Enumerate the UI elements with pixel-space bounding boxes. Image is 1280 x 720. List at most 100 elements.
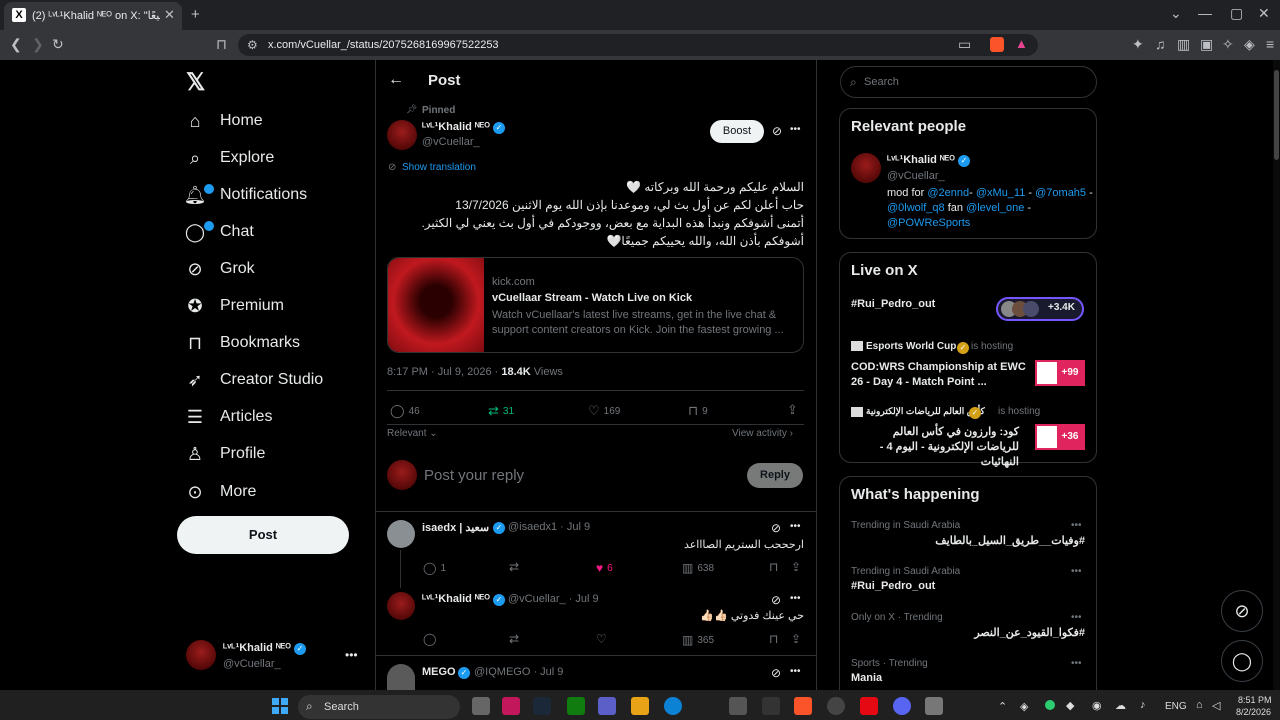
- back-icon[interactable]: ❮: [10, 36, 22, 53]
- live-thumb[interactable]: +99: [1035, 360, 1085, 386]
- discord-icon[interactable]: [893, 697, 911, 715]
- author-handle[interactable]: @vCuellar_: [422, 136, 480, 148]
- repost-icon[interactable]: ⇄: [509, 632, 519, 646]
- trend-topic[interactable]: #Rui_Pedro_out: [851, 580, 935, 592]
- live-host-name[interactable]: كأس العالم للرياضات الإلكترونية: [866, 406, 985, 417]
- repost-action[interactable]: ⇄ 31: [488, 403, 514, 419]
- live-event-title[interactable]: كود: وارزون في كأس العالم للرياضات الإلك…: [851, 425, 1019, 470]
- author-name[interactable]: ᴸᵛᴸ¹Khalid ᴺᴱᴼ: [422, 121, 490, 133]
- bookmark-page-icon[interactable]: ⊓: [216, 36, 227, 53]
- scrollbar[interactable]: [1273, 60, 1280, 690]
- cloud-icon[interactable]: ☁: [1115, 699, 1126, 712]
- trend-more-icon[interactable]: •••: [1071, 566, 1082, 577]
- reload-icon[interactable]: ↻: [52, 36, 64, 53]
- minimize-icon[interactable]: —: [1198, 5, 1212, 21]
- tab-close-icon[interactable]: ✕: [164, 7, 175, 23]
- sidebar-icon[interactable]: ▥: [1177, 36, 1190, 53]
- like-action[interactable]: ♥ 6: [596, 561, 613, 575]
- repost-icon[interactable]: ⇄: [509, 560, 519, 574]
- share-icon[interactable]: ⇪: [791, 560, 801, 574]
- post-button[interactable]: Post: [177, 516, 349, 554]
- trend-topic[interactable]: Mania: [851, 672, 882, 684]
- app-icon[interactable]: [925, 697, 943, 715]
- view-activity-link[interactable]: View activity ›: [732, 428, 793, 439]
- mention-link[interactable]: @0lwolf_q8: [887, 202, 945, 214]
- menu-icon[interactable]: ≡: [1266, 36, 1274, 52]
- app-icon[interactable]: [827, 697, 845, 715]
- tray-icon[interactable]: ◈: [1020, 700, 1028, 713]
- extensions-icon[interactable]: ✦: [1132, 36, 1144, 53]
- trend-more-icon[interactable]: •••: [1071, 520, 1082, 531]
- reply-input[interactable]: Post your reply: [424, 467, 524, 484]
- nav-creator-studio[interactable]: ➶ Creator Studio: [184, 365, 323, 395]
- leo-icon[interactable]: ✧: [1222, 36, 1234, 53]
- steam-icon[interactable]: [533, 697, 551, 715]
- messages-float-button[interactable]: ◯: [1221, 640, 1263, 682]
- live-thumb[interactable]: +36: [1035, 424, 1085, 450]
- tray-chevron-icon[interactable]: ⌃: [998, 700, 1007, 713]
- reply-author-name[interactable]: ᴸᵛᴸ¹Khalid ᴺᴱᴼ: [422, 593, 490, 605]
- link-card[interactable]: kick.com vCuellaar Stream - Watch Live o…: [387, 257, 804, 353]
- nav-articles[interactable]: ☰ Articles: [184, 402, 273, 432]
- live-host-name[interactable]: Esports World Cup: [866, 341, 956, 352]
- post-more-icon[interactable]: •••: [790, 124, 801, 135]
- nav-chat[interactable]: ◯ Chat: [184, 217, 254, 247]
- mention-link[interactable]: @2ennd: [927, 187, 969, 199]
- app-icon[interactable]: [502, 697, 520, 715]
- task-view-icon[interactable]: [472, 697, 490, 715]
- tab-list-icon[interactable]: ⌄: [1170, 5, 1182, 22]
- grok-analyze-icon[interactable]: ⊘: [771, 666, 781, 680]
- reply-more-icon[interactable]: •••: [790, 521, 801, 532]
- app-icon[interactable]: [598, 697, 616, 715]
- edge-icon[interactable]: [664, 697, 682, 715]
- clock-time[interactable]: 8:51 PM: [1238, 695, 1272, 705]
- reply-author-avatar[interactable]: [387, 592, 415, 620]
- nav-home[interactable]: ⌂ Home: [184, 106, 263, 136]
- mention-link[interactable]: @xMu_11: [976, 187, 1025, 199]
- sort-relevant-dropdown[interactable]: Relevant ⌄: [387, 428, 438, 439]
- netflix-icon[interactable]: [860, 697, 878, 715]
- nav-grok[interactable]: ⊘ Grok: [184, 254, 254, 284]
- site-info-icon[interactable]: ⚙: [247, 38, 258, 52]
- maximize-icon[interactable]: ▢: [1230, 5, 1243, 22]
- browser-tab[interactable]: X (2) ᴸᵛᴸ¹Khalid ᴺᴱᴼ on X: "يحييكم جميعً…: [4, 2, 182, 30]
- nav-notifications[interactable]: 🔔︎ Notifications: [184, 180, 307, 210]
- share-icon[interactable]: ⇪: [787, 402, 798, 418]
- tray-icon[interactable]: ◆: [1066, 699, 1074, 712]
- reply-more-icon[interactable]: •••: [790, 666, 801, 677]
- network-icon[interactable]: ⌂: [1196, 699, 1203, 711]
- views-stat[interactable]: ▥ 638: [682, 561, 714, 575]
- reply-author-avatar[interactable]: [387, 520, 415, 548]
- relevant-avatar[interactable]: [851, 153, 881, 183]
- live-topic[interactable]: #Rui_Pedro_out: [851, 298, 935, 310]
- vpn-icon[interactable]: ◈: [1244, 36, 1255, 53]
- taskbar-search[interactable]: ⌕ Search: [298, 695, 460, 719]
- tray-icon[interactable]: ◉: [1092, 699, 1102, 712]
- grok-float-button[interactable]: ⊘: [1221, 590, 1263, 632]
- mention-link[interactable]: @level_one: [966, 202, 1024, 214]
- brave-icon[interactable]: [794, 697, 812, 715]
- back-arrow-icon[interactable]: ←: [388, 71, 404, 89]
- nav-premium[interactable]: ✪ Premium: [184, 291, 284, 321]
- like-action[interactable]: ♡ 169: [588, 403, 620, 419]
- windows-start-icon[interactable]: [272, 698, 288, 714]
- xbox-icon[interactable]: [567, 697, 585, 715]
- trend-more-icon[interactable]: •••: [1071, 612, 1082, 623]
- bookmark-icon[interactable]: ⊓: [769, 560, 778, 574]
- bookmark-icon[interactable]: ⊓: [769, 632, 778, 646]
- cast-icon[interactable]: ▭: [958, 36, 971, 53]
- reply-icon[interactable]: ◯: [423, 632, 436, 646]
- account-menu-icon[interactable]: •••: [345, 648, 358, 662]
- microphone-icon[interactable]: ♪: [1140, 699, 1146, 711]
- media-icon[interactable]: ♫: [1155, 36, 1166, 52]
- nav-more[interactable]: ⊙ More: [184, 477, 256, 507]
- forward-icon[interactable]: ❯: [32, 36, 44, 53]
- reply-action[interactable]: ◯ 46: [390, 403, 420, 419]
- heart-icon[interactable]: ♡: [596, 632, 607, 646]
- grok-analyze-icon[interactable]: ⊘: [772, 124, 782, 138]
- live-event-title[interactable]: COD:WRS Championship at EWC 26 - Day 4 -…: [851, 360, 1027, 390]
- tray-status-icon[interactable]: [1045, 700, 1055, 710]
- share-icon[interactable]: ⇪: [791, 632, 801, 646]
- reply-author-name[interactable]: isaedx | سعيد: [422, 521, 489, 534]
- trend-topic[interactable]: #فكوا_القيود_عن_النصر: [851, 626, 1085, 639]
